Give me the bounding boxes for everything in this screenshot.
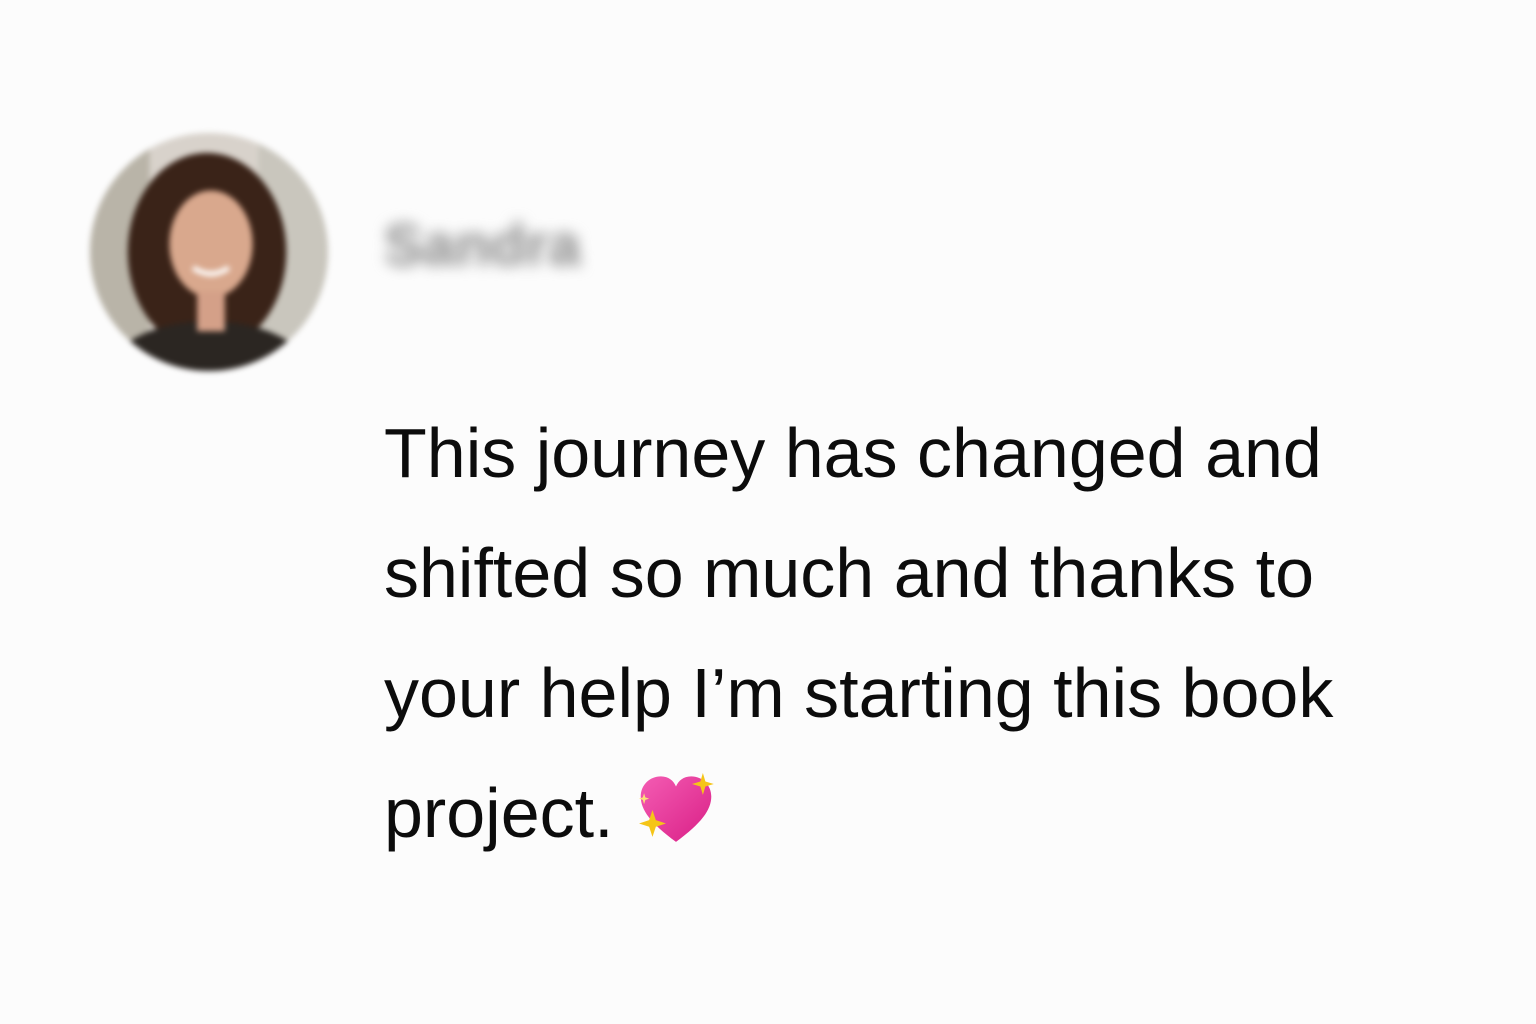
author-name: Sandra — [384, 213, 581, 278]
message-line: project. — [384, 774, 614, 852]
avatar — [90, 133, 328, 371]
message-line-last: project. — [384, 753, 1444, 873]
message-line: shifted so much and thanks to — [384, 534, 1314, 612]
testimonial-card: Sandra This journey has changed and shif… — [0, 0, 1536, 1024]
avatar-photo — [90, 133, 328, 371]
message-line: your help I’m starting this book — [384, 654, 1334, 732]
sparkling-heart-icon — [634, 768, 718, 852]
message-text: This journey has changed and shifted so … — [384, 393, 1444, 873]
message-line: This journey has changed and — [384, 414, 1322, 492]
